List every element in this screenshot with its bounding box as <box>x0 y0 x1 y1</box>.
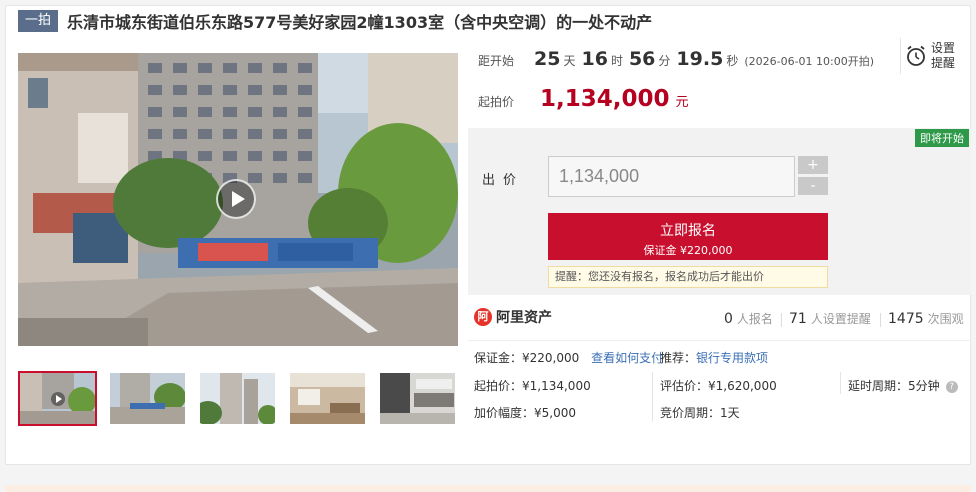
decrease-bid-button[interactable]: - <box>798 177 828 195</box>
stat-divider <box>880 313 881 327</box>
countdown-hours-unit: 时 <box>610 54 623 68</box>
signup-count: 0 人报名 <box>724 310 773 327</box>
reminder-label-line1: 设置 <box>931 41 956 55</box>
thumbnail-4[interactable] <box>288 371 367 426</box>
divider <box>468 340 971 341</box>
bank-payment-link[interactable]: 银行专用款项 <box>696 351 768 365</box>
thumbnail-image <box>110 373 185 424</box>
signup-count-value: 0 <box>724 311 733 327</box>
reminder-label: 设置 提醒 <box>931 41 955 71</box>
bid-amount-input[interactable] <box>548 156 795 197</box>
thumbnail-2[interactable] <box>108 371 187 426</box>
recommend-label: 推荐： <box>660 351 697 365</box>
delay-period-info: 延时周期：5分钟? <box>848 377 958 394</box>
countdown-days-unit: 天 <box>563 54 576 68</box>
start-price-info: 起拍价：¥1,134,000 <box>474 379 591 393</box>
delay-period-text: 延时周期：5分钟 <box>848 379 940 393</box>
view-count: 1475 次围观 <box>888 310 964 327</box>
help-icon[interactable]: ? <box>945 380 958 393</box>
thumbnail-image <box>290 373 365 424</box>
start-price-value: 1,134,000 <box>540 86 670 112</box>
start-time: (2026-06-01 10:00开拍) <box>744 55 875 68</box>
play-icon <box>231 191 245 207</box>
deposit-text: 保证金：¥220,000 <box>474 351 580 365</box>
ali-logo-text: 阿里资产 <box>496 310 552 326</box>
countdown-hours: 16 <box>581 48 608 70</box>
countdown-days: 25 <box>534 48 561 70</box>
register-deposit-label: 保证金 ¥220,000 <box>643 244 733 257</box>
page-title: 乐清市城东街道伯乐东路577号美好家园2幢1303室（含中央空调）的一处不动产 <box>67 13 653 32</box>
countdown-seconds-unit: 秒 <box>726 54 739 68</box>
stats-row: 阿 阿里资产 0 人报名 71 人设置提醒 1475 次围观 <box>468 305 971 335</box>
register-now-button[interactable]: 立即报名 保证金 ¥220,000 <box>548 213 828 260</box>
reminder-count-value: 71 <box>789 311 807 327</box>
start-price-label: 起拍价 <box>478 95 515 109</box>
start-price: 起拍价 1,134,000 元 <box>478 86 689 112</box>
thumbnail-strip <box>18 371 468 426</box>
thumbnail-image <box>200 373 275 424</box>
alarm-clock-icon <box>907 45 925 66</box>
increase-bid-button[interactable]: + <box>798 156 828 174</box>
deposit-info: 保证金：¥220,000 查看如何支付 <box>474 349 663 366</box>
bid-panel: 即将开始 出价 + - 立即报名 保证金 ¥220,000 提醒：您还没有报名，… <box>468 128 971 295</box>
main-property-image[interactable] <box>18 53 458 346</box>
start-price-unit: 元 <box>675 95 689 110</box>
signup-count-label: 人报名 <box>736 312 773 326</box>
thumbnail-5[interactable] <box>378 371 457 426</box>
how-to-pay-link[interactable]: 查看如何支付 <box>591 351 663 365</box>
countdown-label: 距开始 <box>478 54 515 68</box>
countdown-minutes-unit: 分 <box>658 54 671 68</box>
bottom-strip <box>5 485 971 492</box>
status-badge: 即将开始 <box>915 129 969 147</box>
title-row: 一拍 乐清市城东街道伯乐东路577号美好家园2幢1303室（含中央空调）的一处不… <box>18 10 652 32</box>
info-divider <box>652 372 653 422</box>
set-reminder-button[interactable]: 设置 提醒 <box>900 38 964 74</box>
bid-label: 出价 <box>482 173 525 188</box>
auction-round-tag: 一拍 <box>18 10 59 32</box>
thumbnail-video[interactable] <box>18 371 97 426</box>
appraisal-price-info: 评估价：¥1,620,000 <box>660 379 777 393</box>
countdown-minutes: 56 <box>628 48 656 70</box>
view-count-label: 次围观 <box>927 312 964 326</box>
stat-divider <box>781 313 782 327</box>
reminder-count-label: 人设置提醒 <box>810 312 871 326</box>
ali-assets-logo: 阿 阿里资产 <box>474 307 552 327</box>
increment-info: 加价幅度：¥5,000 <box>474 406 576 420</box>
recommend-info: 推荐：银行专用款项 <box>660 349 768 366</box>
ali-logo-icon: 阿 <box>474 308 492 326</box>
thumbnail-3[interactable] <box>198 371 277 426</box>
view-count-value: 1475 <box>888 311 924 327</box>
play-video-button[interactable] <box>216 179 256 219</box>
countdown: 距开始 25 天 16 时 56 分 19.5 秒 (2026-06-01 10… <box>478 48 874 70</box>
register-notice: 提醒：您还没有报名，报名成功后才能出价 <box>548 266 828 288</box>
info-divider <box>840 372 841 394</box>
register-button-label: 立即报名 <box>660 223 716 239</box>
countdown-seconds: 19.5 <box>676 48 724 70</box>
bid-cycle-info: 竞价周期：1天 <box>660 406 740 420</box>
reminder-count: 71 人设置提醒 <box>789 310 871 327</box>
thumbnail-image <box>380 373 455 424</box>
reminder-label-line2: 提醒 <box>931 56 956 70</box>
thumbnail-play-icon <box>51 392 65 406</box>
